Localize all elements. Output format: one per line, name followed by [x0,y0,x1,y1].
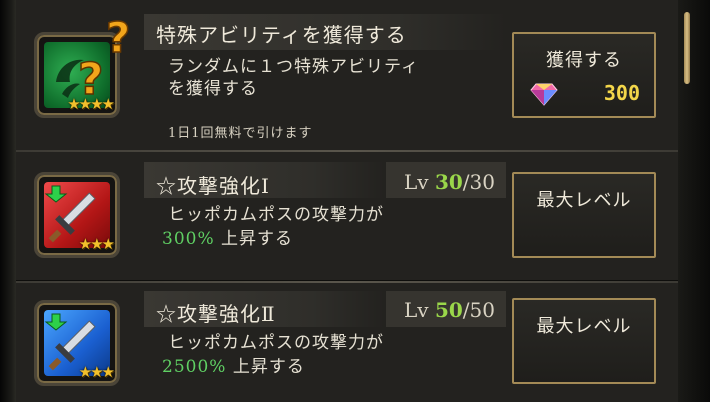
ability-desc-line1: ランダムに１つ特殊アビリティ [168,57,419,77]
level-label: Lv [404,298,429,322]
level-current: 30 [434,170,463,194]
ability-title: 特殊アビリティを獲得する [156,23,407,47]
rarity-stars: ★★★★ [67,95,115,113]
level-indicator: Lv 30/30 [404,170,495,194]
level-indicator: Lv 50/50 [404,298,495,322]
attack-percent: 300% [162,229,215,249]
desc-suffix: 上昇する [214,229,294,249]
attack-percent: 2500% [162,357,227,377]
ability-desc-line2: 2500% 上昇する [162,356,305,378]
sword-red-icon[interactable]: ★★★ [34,172,120,258]
ability-desc-line2: 300% 上昇する [162,228,293,250]
question-mark-icon: ? [105,14,131,60]
level-max: /30 [462,170,495,194]
scrollbar-thumb[interactable] [684,12,690,84]
free-draw-note: 1日1回無料で引けます [168,126,313,141]
acquire-button[interactable]: 獲得する 300 [512,32,656,118]
ability-desc-line2: を獲得する [168,79,258,99]
left-frame [0,0,16,402]
max-level-label: 最大レベル [536,316,632,337]
rarity-stars: ★★★ [78,363,115,381]
level-max: /50 [462,298,495,322]
ability-desc-line1: ヒッポカムポスの攻撃力が [168,205,384,225]
ability-desc-line1: ヒッポカムポスの攻撃力が [168,333,384,353]
desc-suffix: 上昇する [226,357,305,377]
ability-title: ☆攻撃強化Ⅰ [156,174,270,198]
rarity-stars: ★★★ [78,235,115,253]
acquire-button-label: 獲得する [546,50,622,71]
level-current: 50 [434,298,463,322]
svg-text:?: ? [106,14,130,60]
level-label: Lv [404,170,429,194]
sword-blue-icon[interactable]: ★★★ [34,300,120,386]
right-frame [678,0,710,402]
max-level-button[interactable]: 最大レベル [512,172,656,258]
max-level-label: 最大レベル [536,190,632,211]
gem-icon [530,83,558,106]
ability-title: ☆攻撃強化Ⅱ [156,302,276,326]
max-level-button[interactable]: 最大レベル [512,298,656,384]
price-value: 300 [603,81,640,105]
